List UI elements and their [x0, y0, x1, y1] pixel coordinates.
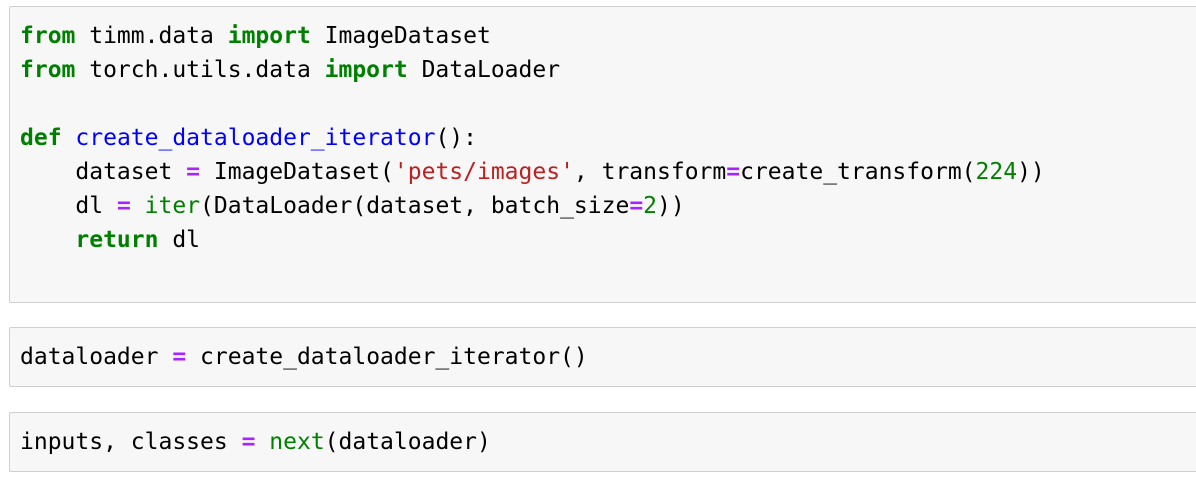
code-token: create_dataloader_iterator(): [186, 344, 588, 370]
code-cell-imports-and-function[interactable]: from timm.data import ImageDataset from t…: [9, 6, 1196, 303]
code-token: import: [227, 23, 311, 49]
code-token: 'pets/images': [393, 159, 574, 185]
code-token: , transform: [573, 159, 727, 185]
code-token: (dataloader): [324, 429, 491, 455]
code-token: 2: [643, 193, 658, 219]
code-token: create_dataloader_iterator: [75, 125, 436, 151]
code-token: =: [186, 159, 201, 185]
code-token: =: [629, 193, 644, 219]
code-token: dataset: [20, 159, 187, 185]
code-token: DataLoader: [407, 57, 561, 83]
code-token: ():: [435, 125, 477, 151]
code-token: timm.data: [75, 23, 228, 49]
code-token: (DataLoader(dataset, batch_size: [200, 193, 630, 219]
code-token: ImageDataset(: [200, 159, 394, 185]
code-line: def create_dataloader_iterator():: [20, 121, 1196, 155]
code-token: def: [20, 125, 62, 151]
code-editor[interactable]: dataloader = create_dataloader_iterator(…: [10, 328, 1196, 374]
code-token: )): [657, 193, 685, 219]
code-line: dataloader = create_dataloader_iterator(…: [20, 340, 1196, 374]
code-cell-next-batch[interactable]: inputs, classes = next(dataloader): [9, 412, 1196, 472]
code-token: dl: [20, 193, 117, 219]
code-line: from torch.utils.data import DataLoader: [20, 53, 1196, 87]
code-token: 224: [975, 159, 1018, 185]
code-token: return: [75, 227, 159, 253]
code-token: =: [116, 193, 131, 219]
code-line: inputs, classes = next(dataloader): [20, 425, 1196, 459]
code-token: next: [269, 429, 325, 455]
code-line: from timm.data import ImageDataset: [20, 19, 1196, 53]
code-token: dataloader: [20, 344, 173, 370]
code-token: create_transform(: [740, 159, 976, 185]
code-token: =: [172, 344, 187, 370]
code-token: from: [20, 57, 76, 83]
code-token: =: [241, 429, 256, 455]
code-token: inputs, classes: [20, 429, 242, 455]
code-editor[interactable]: from timm.data import ImageDataset from t…: [10, 7, 1196, 257]
code-line: return dl: [20, 223, 1196, 257]
code-token: iter: [144, 193, 201, 219]
code-line: dataset = ImageDataset('pets/images', tr…: [20, 155, 1196, 189]
code-token: ImageDataset: [310, 23, 491, 49]
code-token: from: [20, 23, 76, 49]
code-token: dl: [158, 227, 201, 253]
code-token: )): [1017, 159, 1045, 185]
code-token: torch.utils.data: [75, 57, 325, 83]
code-editor[interactable]: inputs, classes = next(dataloader): [10, 413, 1196, 459]
code-token: import: [324, 57, 408, 83]
code-cell-create-dataloader[interactable]: dataloader = create_dataloader_iterator(…: [9, 327, 1196, 387]
code-token: =: [726, 159, 741, 185]
code-line: dl = iter(DataLoader(dataset, batch_size…: [20, 189, 1196, 223]
